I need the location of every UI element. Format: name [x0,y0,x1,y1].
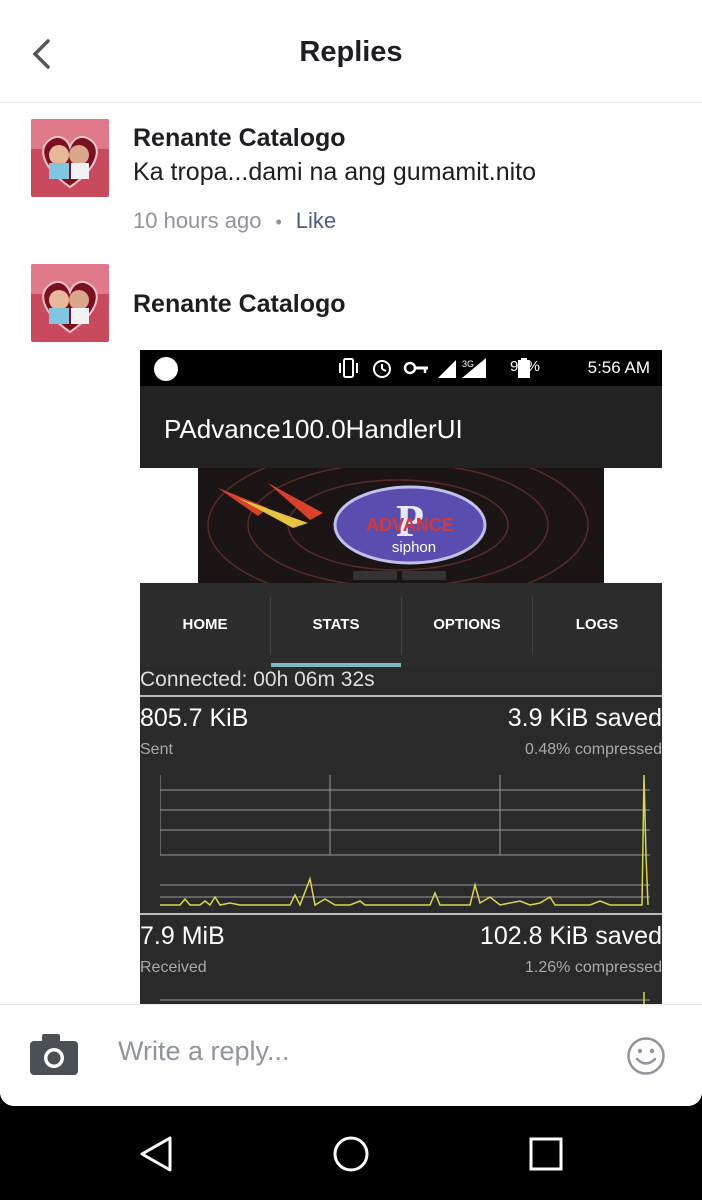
reply-text: Ka tropa...dami na ang gumamit.nito [133,158,537,186]
svg-text:ADVANCE: ADVANCE [366,515,454,535]
attached-image[interactable]: 3G 98% 5:56 AM PAdvance100.0HandlerUI P … [140,350,662,1010]
sent-saved: 3.9 KiB saved [507,704,662,732]
replies-screen: Replies Renante Catalogo Ka tropa...dami… [0,0,702,1106]
status-bar: 3G 98% 5:56 AM [140,350,662,386]
nav-back-icon[interactable] [136,1134,176,1174]
connected-duration: Connected: 00h 06m 32s [140,668,375,691]
like-link[interactable]: Like [296,208,336,233]
separator-dot: • [275,212,282,232]
avatar[interactable] [31,264,109,342]
app-bar: PAdvance100.0HandlerUI [140,386,662,468]
nav-recents-icon[interactable] [526,1134,566,1174]
system-nav-bar [0,1106,702,1200]
tab-options[interactable]: OPTIONS [402,583,532,667]
notification-dot-icon [154,357,178,381]
status-time: 5:56 AM [587,358,650,377]
sent-graph [160,775,650,907]
alarm-icon [373,360,391,378]
page-title: Replies [299,36,403,68]
svg-text:3G: 3G [462,359,474,369]
camera-icon[interactable] [28,1031,80,1077]
received-compressed: 1.26% compressed [525,959,662,976]
reply-author[interactable]: Renante Catalogo [133,124,346,153]
vibrate-icon [339,358,358,378]
received-label: Received [140,959,207,976]
key-icon [403,361,428,375]
reply-time: 10 hours ago [133,208,262,233]
received-amount: 7.9 MiB [140,922,225,950]
tab-stats[interactable]: STATS [271,583,401,667]
tab-home[interactable]: HOME [140,583,270,667]
header: Replies [0,0,702,103]
sent-compressed: 0.48% compressed [525,741,662,758]
svg-text:siphon: siphon [392,539,436,556]
smiley-icon[interactable] [626,1036,666,1076]
sent-label: Sent [140,741,173,758]
advance-siphon-logo: P ADVANCE siphon [198,468,604,583]
avatar[interactable] [31,119,109,197]
signal-icon [438,360,456,378]
reply-input[interactable]: Write a reply... [118,1036,290,1067]
tab-logs[interactable]: LOGS [532,583,662,667]
status-icons: 3G [339,358,486,378]
reply-meta: 10 hours ago • Like [133,208,336,234]
active-tab-indicator [271,663,401,667]
sent-amount: 805.7 KiB [140,704,249,732]
received-saved: 102.8 KiB saved [479,922,662,950]
reply-composer: Write a reply... [0,1004,702,1106]
tab-bar: HOME STATS OPTIONS LOGS [140,583,662,667]
reply-author[interactable]: Renante Catalogo [133,290,346,319]
banner: P ADVANCE siphon [140,468,662,583]
battery-level: 98% [509,358,540,375]
app-title: PAdvance100.0HandlerUI [164,414,463,444]
nav-home-icon[interactable] [331,1134,371,1174]
